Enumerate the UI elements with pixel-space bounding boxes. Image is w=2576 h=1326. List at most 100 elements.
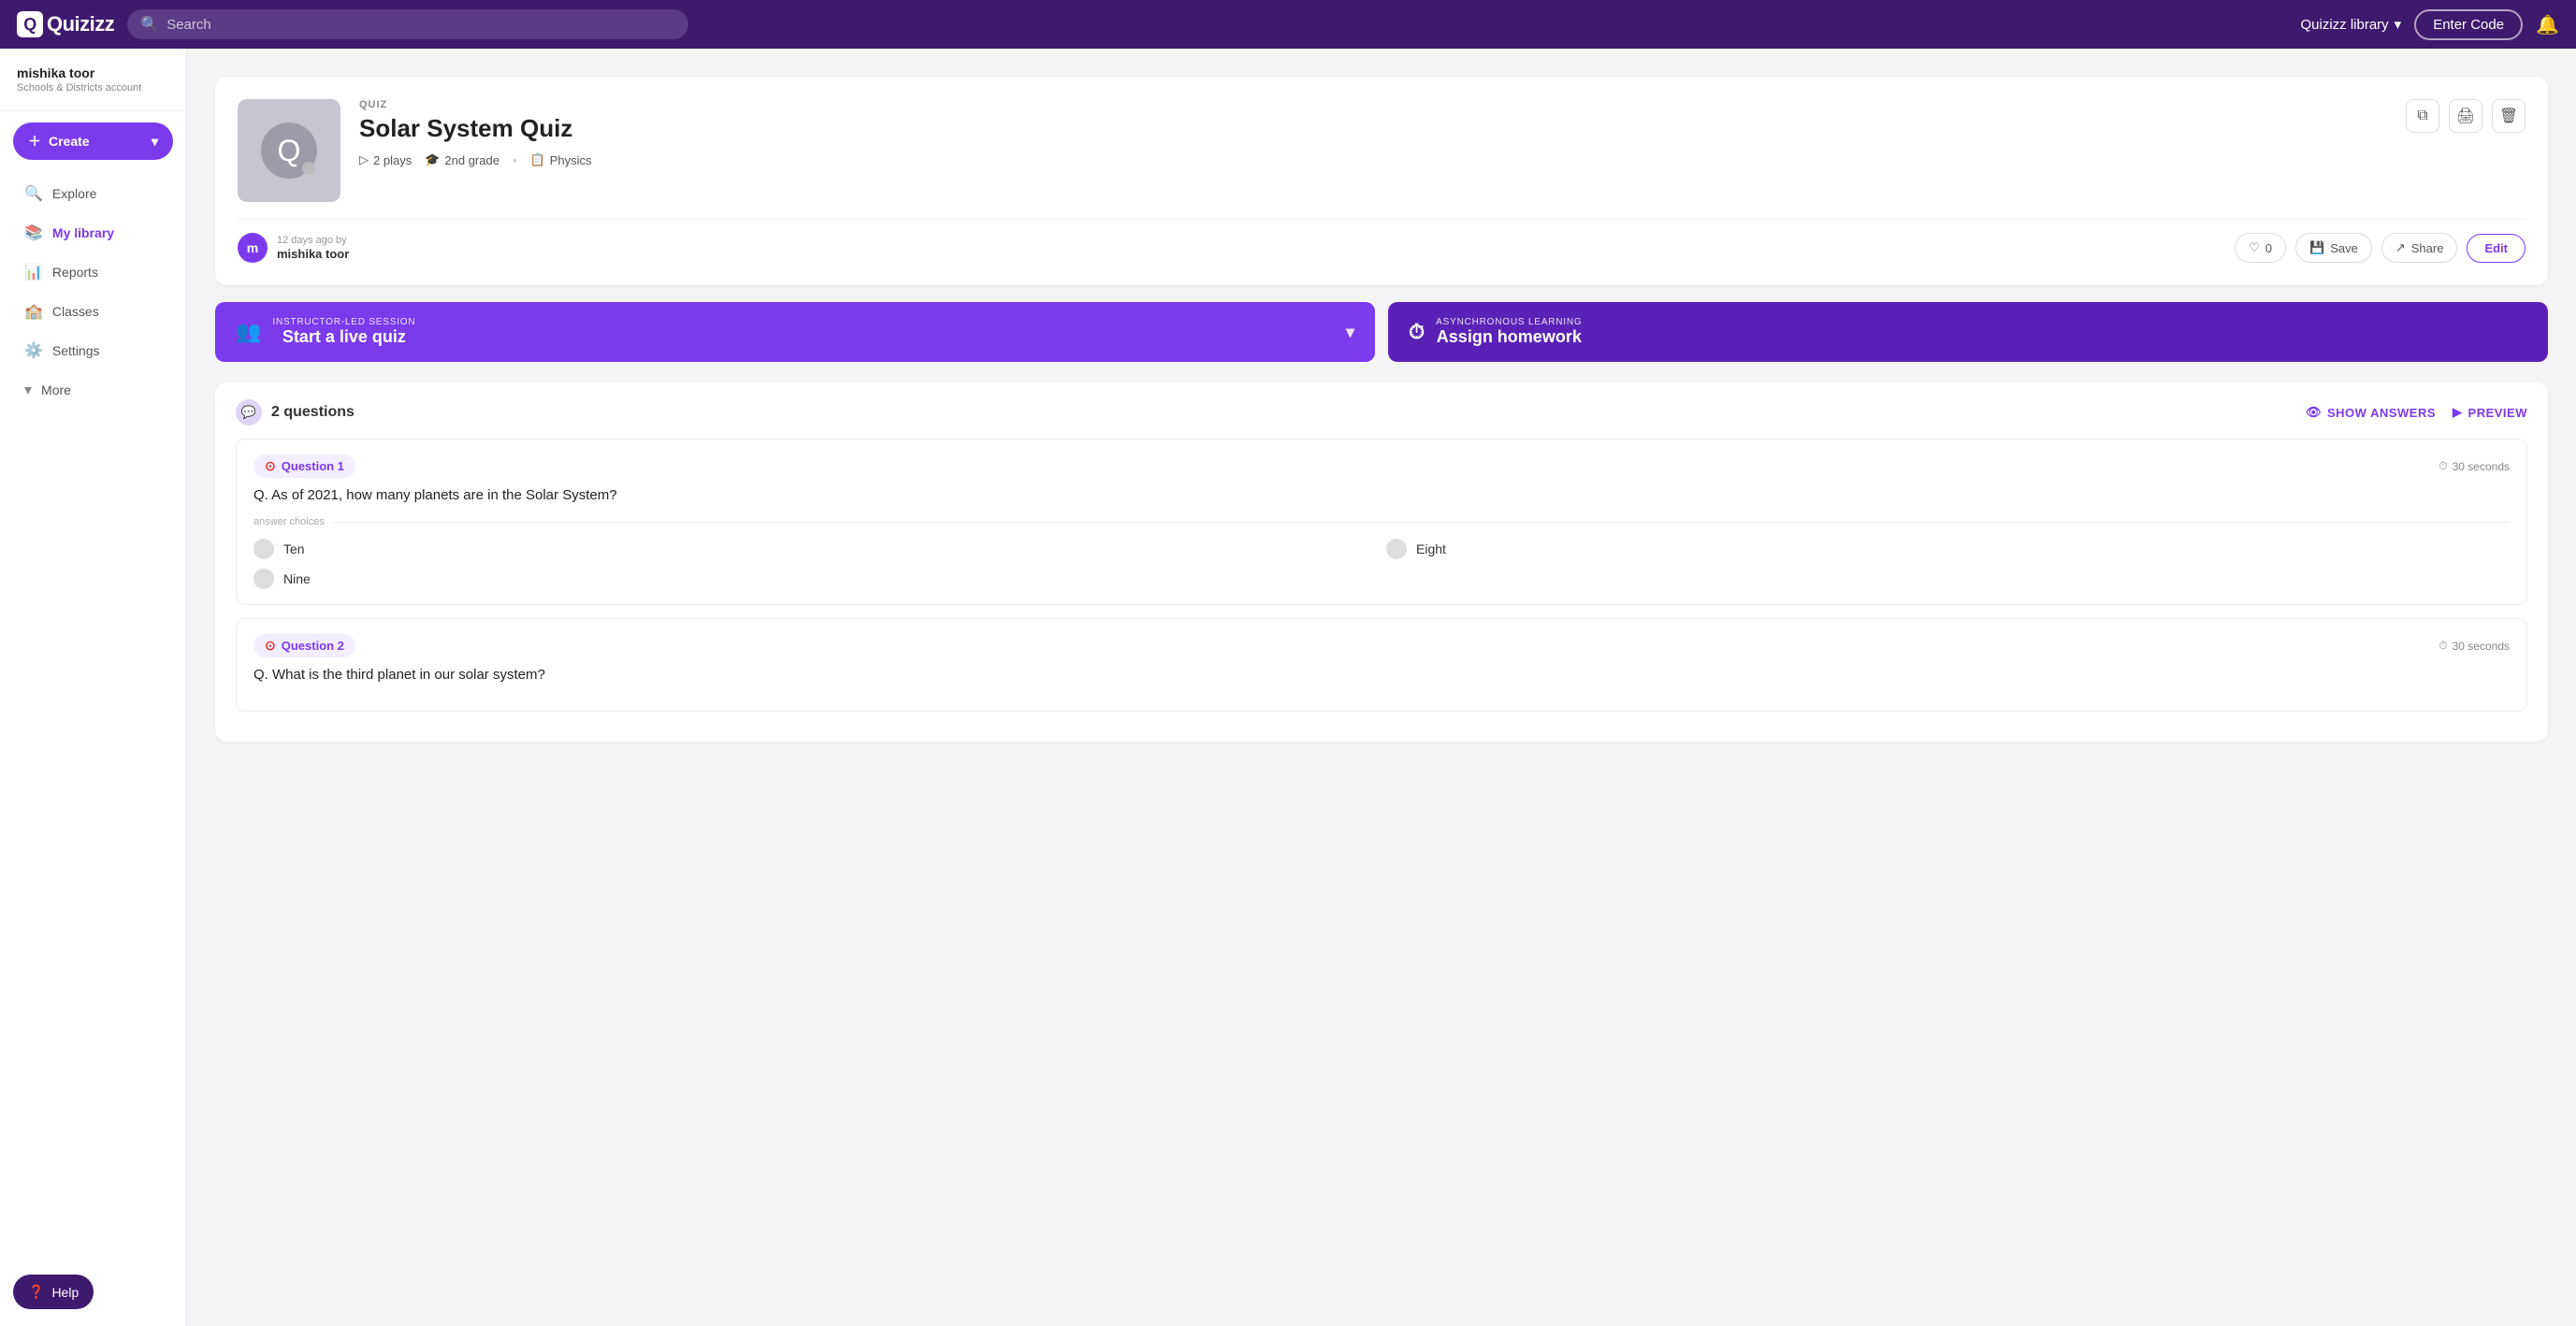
library-menu[interactable]: Quizizz library ▾	[2300, 16, 2401, 33]
questions-icon: 💬	[236, 399, 262, 425]
question-2-text: Q. What is the third planet in our solar…	[253, 667, 2510, 683]
sidebar-user: mishika toor Schools & Districts account	[0, 65, 186, 111]
questions-actions: 👁 SHOW ANSWERS ▶ PREVIEW	[2306, 405, 2527, 420]
search-input[interactable]	[166, 17, 675, 33]
chevron-down-icon: ▾	[2395, 16, 2402, 33]
logo-text: Quizizz	[47, 12, 114, 36]
quiz-bottom-actions: ♡ 0 💾 Save ↗ Share Edit	[2235, 233, 2525, 263]
quiz-author-name: mishika toor	[277, 247, 349, 261]
logo: Q Quizizz	[17, 11, 114, 37]
question-1-label: Question 1	[282, 459, 344, 473]
question-1-time: ⏱ 30 seconds	[2439, 459, 2510, 473]
preview-button[interactable]: ▶ PREVIEW	[2453, 405, 2527, 420]
quiz-title: Solar System Quiz	[359, 114, 2387, 143]
like-count: 0	[2265, 241, 2272, 255]
question-2-badge: ⊙ Question 2	[253, 634, 355, 657]
enter-code-button[interactable]: Enter Code	[2414, 9, 2523, 40]
answer-label-eight: Eight	[1416, 541, 1446, 556]
question-1-text: Q. As of 2021, how many planets are in t…	[253, 487, 2510, 503]
classes-icon: 🏫	[24, 302, 43, 321]
clock-icon-2: ⏱	[2439, 639, 2447, 653]
create-dropdown-icon: ▾	[152, 134, 158, 150]
sidebar-item-label-explore: Explore	[52, 186, 96, 201]
quiz-top-actions: ⧉ 🖨 🗑	[2406, 99, 2525, 133]
help-icon: ❓	[28, 1284, 44, 1300]
show-answers-button[interactable]: 👁 SHOW ANSWERS	[2306, 405, 2436, 420]
preview-icon: ▶	[2453, 405, 2463, 420]
help-label: Help	[51, 1285, 79, 1300]
topnav: Q Quizizz 🔍 Quizizz library ▾ Enter Code…	[0, 0, 2576, 49]
print-button[interactable]: 🖨	[2449, 99, 2482, 133]
questions-count: 💬 2 questions	[236, 399, 355, 425]
quiz-subject: 📋 Physics	[530, 152, 592, 167]
duplicate-button[interactable]: ⧉	[2406, 99, 2439, 133]
library-label: Quizizz library	[2300, 17, 2388, 33]
question-item-2: ⊙ Question 2 ⏱ 30 seconds Q. What is the…	[236, 618, 2527, 712]
quiz-card-bottom: m 12 days ago by mishika toor ♡ 0 💾 Save	[238, 219, 2525, 263]
question-2-header: ⊙ Question 2 ⏱ 30 seconds	[253, 634, 2510, 657]
sidebar-item-label-settings: Settings	[52, 343, 100, 358]
subject-icon: 📋	[530, 152, 545, 167]
notification-bell-icon[interactable]: 🔔	[2536, 13, 2559, 36]
quiz-thumb-icon: Q	[261, 123, 317, 179]
save-button[interactable]: 💾 Save	[2295, 233, 2372, 263]
quiz-author-info: 12 days ago by mishika toor	[277, 235, 349, 261]
question-2-time-label: 30 seconds	[2453, 640, 2510, 653]
thumb-dot	[302, 162, 315, 175]
explore-icon: 🔍	[24, 184, 43, 203]
preview-label: PREVIEW	[2468, 406, 2527, 420]
answer-circle	[253, 539, 274, 559]
like-button[interactable]: ♡ 0	[2235, 233, 2286, 263]
sidebar-item-more[interactable]: ▾ More	[7, 371, 179, 409]
grade-icon: 🎓	[425, 152, 440, 167]
quiz-grade: 🎓 2nd grade	[425, 152, 499, 167]
show-answers-label: SHOW ANSWERS	[2327, 406, 2436, 420]
share-label: Share	[2411, 241, 2444, 255]
quiz-meta: ▷ 2 plays 🎓 2nd grade • 📋 Physics	[359, 152, 2387, 167]
search-icon: 🔍	[140, 15, 159, 34]
quiz-plays: ▷ 2 plays	[359, 152, 412, 167]
quiz-card: Q QUIZ Solar System Quiz ▷ 2 plays 🎓	[215, 77, 2548, 285]
topnav-right: Quizizz library ▾ Enter Code 🔔	[2300, 9, 2559, 40]
share-icon: ↗	[2395, 240, 2406, 255]
answer-circle	[1386, 539, 1407, 559]
assign-homework-button[interactable]: ⏱ ASYNCHRONOUS LEARNING Assign homework	[1388, 302, 2548, 362]
quiz-info: QUIZ Solar System Quiz ▷ 2 plays 🎓 2nd g…	[359, 99, 2387, 173]
share-button[interactable]: ↗ Share	[2381, 233, 2458, 263]
answer-label-ten: Ten	[283, 541, 305, 556]
sidebar-item-reports[interactable]: 📊 Reports	[7, 253, 179, 291]
sidebar-item-classes[interactable]: 🏫 Classes	[7, 293, 179, 330]
plus-icon: ＋	[28, 132, 41, 151]
question-2-label: Question 2	[282, 639, 344, 653]
live-quiz-dropdown-icon: ▾	[1346, 323, 1354, 342]
sidebar: mishika toor Schools & Districts account…	[0, 49, 187, 1326]
answers-grid-1: Ten Eight Nine	[253, 539, 2510, 589]
sidebar-item-my-library[interactable]: 📚 My library	[7, 214, 179, 252]
heart-icon: ♡	[2249, 240, 2260, 255]
delete-button[interactable]: 🗑	[2492, 99, 2525, 133]
search-bar[interactable]: 🔍	[127, 9, 688, 39]
quiz-author: m 12 days ago by mishika toor	[238, 233, 349, 263]
sidebar-item-label-reports: Reports	[52, 265, 98, 280]
answer-option-1-eight: Eight	[1386, 539, 2510, 559]
create-label: Create	[49, 134, 90, 149]
sidebar-item-settings[interactable]: ⚙️ Settings	[7, 332, 179, 369]
sidebar-item-explore[interactable]: 🔍 Explore	[7, 175, 179, 212]
settings-icon: ⚙️	[24, 341, 43, 360]
quiz-author-time: 12 days ago by	[277, 235, 349, 246]
question-1-badge: ⊙ Question 1	[253, 454, 355, 478]
eye-icon: 👁	[2306, 405, 2322, 420]
help-button[interactable]: ❓ Help	[13, 1275, 94, 1309]
questions-section: 💬 2 questions 👁 SHOW ANSWERS ▶ PREVIEW	[215, 382, 2548, 742]
homework-main-label: Assign homework	[1436, 327, 1582, 347]
start-live-quiz-button[interactable]: 👥 INSTRUCTOR-LED SESSION Start a live qu…	[215, 302, 1375, 362]
live-quiz-main-label: Start a live quiz	[272, 327, 415, 347]
question-2-time: ⏱ 30 seconds	[2439, 639, 2510, 653]
answer-option-1-nine: Nine	[253, 569, 1377, 589]
sidebar-item-label-more: More	[41, 382, 71, 397]
sidebar-user-name: mishika toor	[17, 65, 169, 80]
edit-button[interactable]: Edit	[2467, 234, 2525, 263]
create-button[interactable]: ＋ Create ▾	[13, 123, 173, 160]
sidebar-user-role: Schools & Districts account	[17, 82, 169, 94]
play-icon: ▷	[359, 152, 369, 167]
